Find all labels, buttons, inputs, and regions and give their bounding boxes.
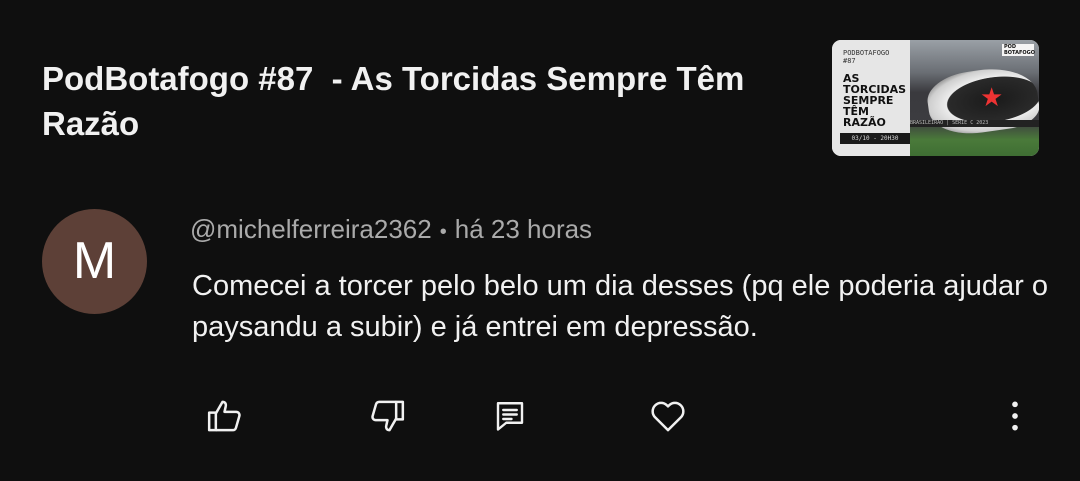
thumbnail-logo: POD BOTAFOGO [1002, 44, 1035, 56]
reply-comment-icon [496, 402, 524, 431]
thumbnail-date: 03/10 - 20H30 [840, 133, 910, 144]
meta-separator: • [439, 221, 447, 243]
comment-meta: @michelferreira2362 • há 23 horas [190, 213, 592, 248]
comment-author[interactable]: @michelferreira2362 [190, 214, 432, 244]
heart-icon [651, 401, 685, 432]
reply-button[interactable] [488, 394, 532, 438]
thumbnail-small-text: PODBOTAFOGO #87 [843, 49, 890, 65]
video-thumbnail[interactable]: ★ PODBOTAFOGO #87 AS TORCIDAS SEMPRE TÊM… [832, 40, 1039, 156]
thumbnail-banner: BRASILEIRÃO | SÉRIE C 2023 [910, 120, 1039, 127]
comment-time: há 23 horas [454, 214, 593, 244]
thumbnail-big-text: AS TORCIDAS SEMPRE TÊM RAZÃO [843, 72, 907, 129]
video-title[interactable]: PodBotafogo #87 - As Torcidas Sempre Têm… [42, 56, 822, 146]
thumbs-up-icon [207, 400, 241, 432]
avatar[interactable]: M [42, 209, 147, 314]
more-options-button[interactable] [993, 394, 1037, 438]
comment-text: Comecei a torcer pelo belo um dia desses… [192, 270, 1048, 343]
like-button[interactable] [203, 394, 247, 438]
dislike-button[interactable] [365, 394, 409, 438]
more-vertical-icon [1012, 401, 1018, 431]
thumbs-down-icon [371, 400, 405, 432]
heart-button[interactable] [646, 394, 690, 438]
thumbnail-star-icon: ★ [980, 82, 1004, 112]
